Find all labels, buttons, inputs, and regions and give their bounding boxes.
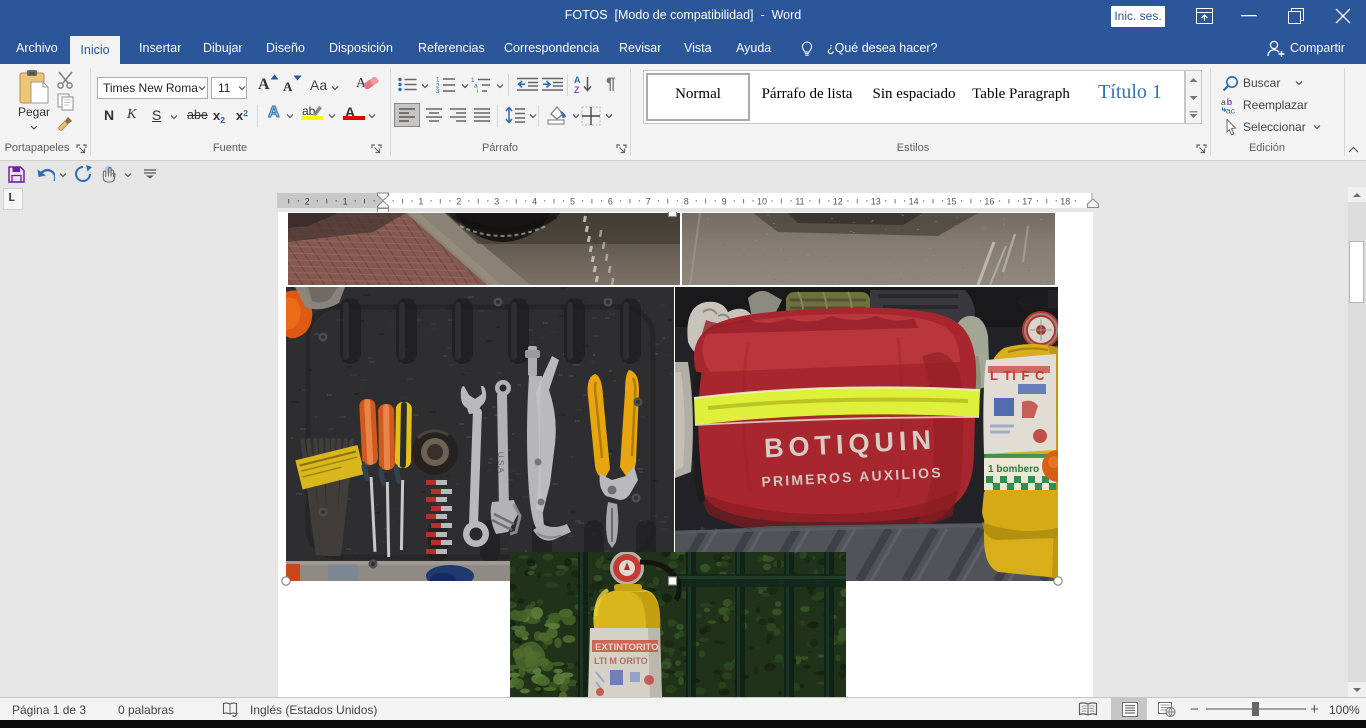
svg-text:17: 17 <box>1022 197 1032 207</box>
svg-text:11: 11 <box>795 197 804 207</box>
svg-text:3: 3 <box>436 88 440 93</box>
svg-text:2: 2 <box>456 197 461 207</box>
svg-text:18: 18 <box>1060 197 1070 207</box>
svg-text:10: 10 <box>757 197 767 207</box>
svg-text:9: 9 <box>722 197 727 207</box>
svg-text:8: 8 <box>684 197 689 207</box>
svg-text:15: 15 <box>946 197 956 207</box>
svg-text:5: 5 <box>570 197 575 207</box>
svg-text:Z: Z <box>574 85 580 94</box>
svg-text:ac: ac <box>1226 106 1236 115</box>
svg-text:1: 1 <box>418 197 423 207</box>
svg-text:2: 2 <box>305 197 310 207</box>
svg-text:1: 1 <box>343 197 348 207</box>
svg-text:LTI M ORITO: LTI M ORITO <box>594 656 648 666</box>
svg-text:3: 3 <box>494 197 499 207</box>
svg-text:12: 12 <box>833 197 843 207</box>
svg-text:13: 13 <box>871 197 881 207</box>
svg-text:6: 6 <box>608 197 613 207</box>
svg-text:EXTINTORITO: EXTINTORITO <box>595 642 659 653</box>
svg-text:U.S.A: U.S.A <box>496 452 506 474</box>
svg-text:A: A <box>574 75 581 85</box>
svg-text:14: 14 <box>909 197 919 207</box>
svg-text:16: 16 <box>984 197 994 207</box>
svg-text:7: 7 <box>646 197 651 207</box>
svg-text:1 bombero: 1 bombero <box>988 464 1039 475</box>
svg-text:i: i <box>477 88 478 93</box>
svg-text:4: 4 <box>532 197 537 207</box>
